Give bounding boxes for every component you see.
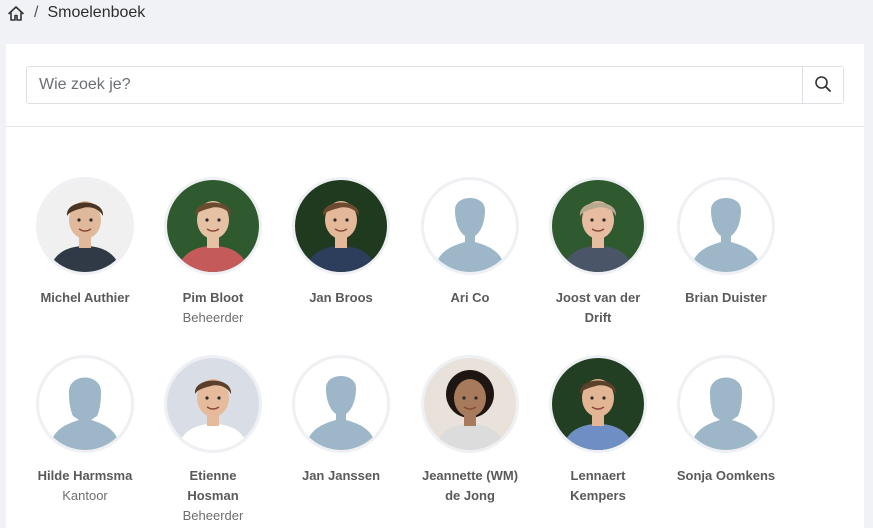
- person-card[interactable]: Michel Authier: [25, 177, 145, 308]
- person-card[interactable]: Pim Bloot Beheerder: [153, 177, 273, 327]
- person-name: Jeannette (WM) de Jong: [421, 468, 519, 503]
- person-name: Sonja Oomkens: [676, 468, 776, 483]
- person-role: Beheerder: [182, 310, 244, 325]
- person-card[interactable]: Ari Co: [410, 177, 530, 308]
- search-icon: [814, 75, 832, 96]
- person-card[interactable]: Jan Broos: [281, 177, 401, 308]
- search-input[interactable]: [27, 67, 802, 103]
- avatar-photo: [36, 177, 134, 275]
- avatar-photo: [164, 177, 262, 275]
- person-card[interactable]: Hilde Harmsma Kantoor: [25, 355, 145, 505]
- avatar-photo: [549, 177, 647, 275]
- person-role: Kantoor: [62, 488, 108, 503]
- person-card[interactable]: Jeannette (WM) de Jong: [410, 355, 530, 506]
- avatar-placeholder-icon: [292, 355, 390, 453]
- person-card[interactable]: Sonja Oomkens: [666, 355, 786, 486]
- avatar-placeholder-icon: [36, 355, 134, 453]
- search-button[interactable]: [802, 67, 843, 103]
- avatar-placeholder-icon: [421, 177, 519, 275]
- person-card[interactable]: Lennaert Kempers: [538, 355, 658, 506]
- search-bar: [26, 66, 844, 104]
- person-name: Jan Broos: [309, 290, 373, 305]
- avatar-photo: [421, 355, 519, 453]
- avatar-placeholder-icon: [677, 177, 775, 275]
- person-name: Michel Authier: [40, 290, 130, 305]
- breadcrumb-current: Smoelenboek: [47, 4, 146, 21]
- directory-card: Michel Authier Pim Bloot Beheerder Jan Br…: [6, 44, 864, 528]
- person-name: Etienne Hosman: [187, 468, 239, 503]
- person-name: Jan Janssen: [301, 468, 381, 483]
- home-icon[interactable]: [7, 5, 25, 22]
- person-card[interactable]: Brian Duister: [666, 177, 786, 308]
- person-card[interactable]: Joost van der Drift: [538, 177, 658, 328]
- divider: [6, 126, 864, 127]
- avatar-placeholder-icon: [677, 355, 775, 453]
- person-name: Pim Bloot: [182, 290, 244, 305]
- breadcrumb: / Smoelenboek: [7, 3, 145, 23]
- person-role: Beheerder: [182, 508, 244, 523]
- person-name: Brian Duister: [685, 290, 767, 305]
- person-name: Hilde Harmsma: [37, 468, 133, 483]
- person-name: Ari Co: [450, 290, 490, 305]
- avatar-photo: [292, 177, 390, 275]
- person-card[interactable]: Etienne Hosman Beheerder: [153, 355, 273, 525]
- breadcrumb-separator: /: [34, 4, 39, 21]
- avatar-photo: [164, 355, 262, 453]
- person-name: Joost van der Drift: [555, 290, 641, 325]
- person-name: Lennaert Kempers: [570, 468, 626, 503]
- person-card[interactable]: Jan Janssen: [281, 355, 401, 486]
- avatar-photo: [549, 355, 647, 453]
